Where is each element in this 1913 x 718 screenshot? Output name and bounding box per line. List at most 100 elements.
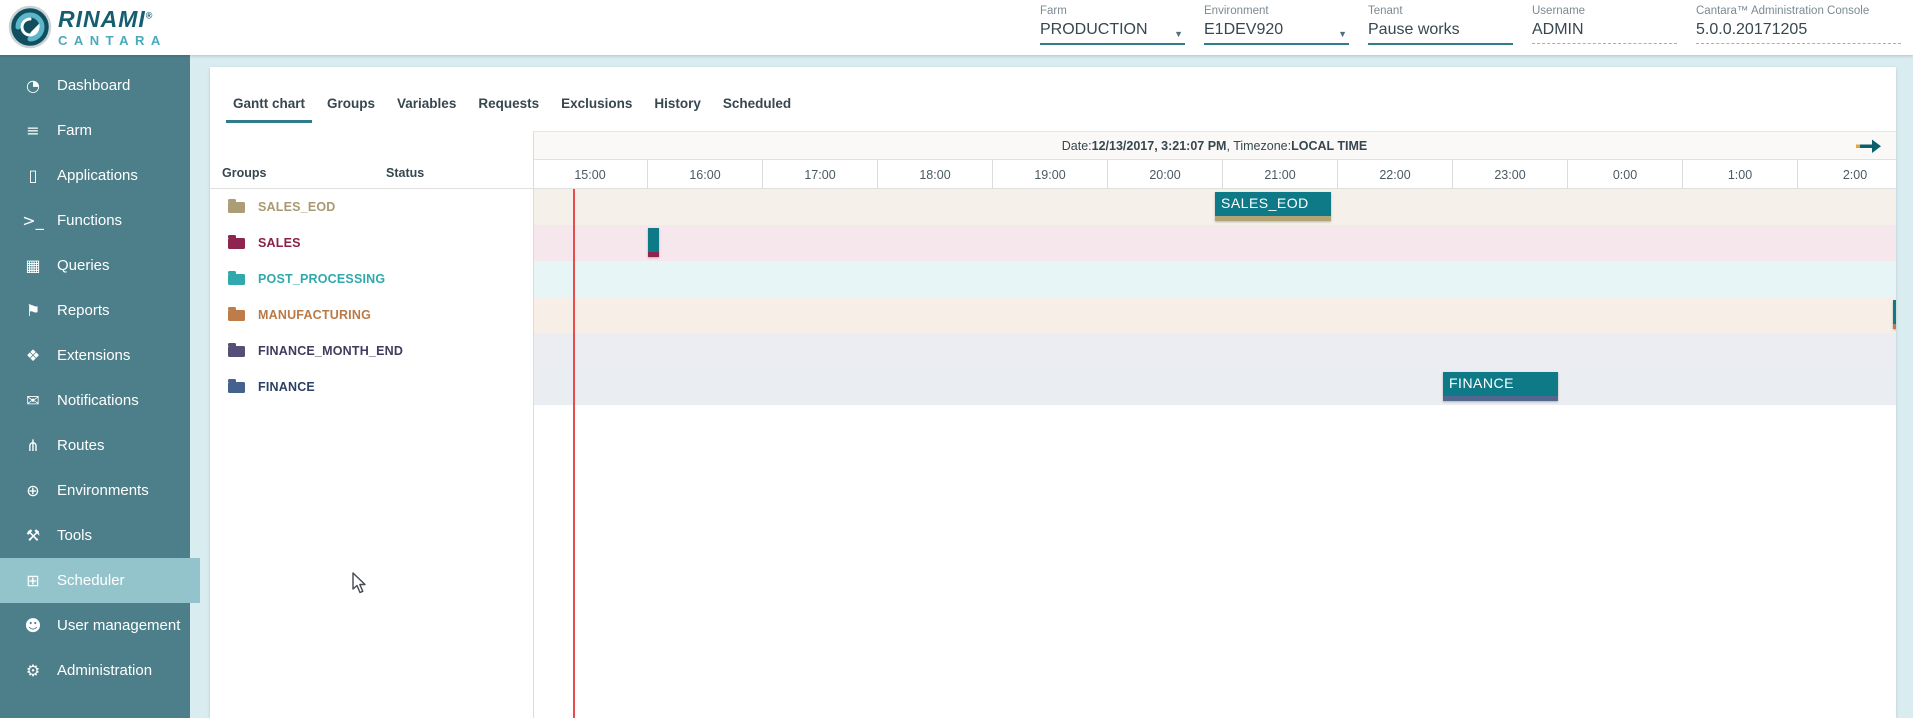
table-grid-icon: ▦ (22, 256, 44, 275)
sidebar-item-label: Extensions (57, 347, 130, 364)
gantt-row-band-finance-month-end (533, 333, 1896, 369)
header-fields: Farm PRODUCTION ▼ Environment E1DEV920 ▼… (1040, 5, 1901, 45)
globe-icon: ⊕ (22, 481, 44, 500)
current-time-line (573, 189, 575, 718)
field-value[interactable]: E1DEV920 (1204, 21, 1349, 45)
sidebar-item-routes[interactable]: ⋔ Routes (0, 423, 190, 468)
hour-tick: 22:00 (1338, 160, 1453, 189)
sidebar-item-label: Administration (57, 662, 152, 679)
sidebar-item-label: Queries (57, 257, 110, 274)
sidebar-nav: ◔ Dashboard ≡ Farm ▯ Applications >_ Fun… (0, 55, 190, 718)
folder-icon (228, 310, 245, 321)
gantt-row-band-manufacturing (533, 297, 1896, 333)
group-name: FINANCE (258, 380, 315, 394)
hour-tick: 2:00 (1798, 160, 1896, 189)
timezone-label: , Timezone: (1226, 139, 1291, 153)
date-value: 12/13/2017, 3:21:07 PM (1092, 139, 1227, 153)
sidebar-item-label: Dashboard (57, 77, 130, 94)
fork-icon: ⋔ (22, 436, 44, 455)
timezone-value: LOCAL TIME (1291, 139, 1367, 153)
hour-tick: 1:00 (1683, 160, 1798, 189)
hour-tick: 15:00 (533, 160, 648, 189)
gantt-row-band-post-processing (533, 261, 1896, 297)
folder-icon (228, 202, 245, 213)
header-field-username: Username ADMIN ▼ (1532, 5, 1677, 45)
field-label: Environment (1204, 5, 1349, 17)
sidebar-item-dashboard[interactable]: ◔ Dashboard (0, 63, 190, 108)
calendar-icon: ⊞ (22, 571, 44, 590)
sidebar-item-label: Tools (57, 527, 92, 544)
hour-tick: 16:00 (648, 160, 763, 189)
tab-variables[interactable]: Variables (386, 85, 467, 123)
top-header: RINAMI® CANTARA Farm PRODUCTION ▼ Enviro… (0, 0, 1913, 55)
header-field-tenant: Tenant Pause works ▼ (1368, 5, 1513, 45)
group-row-post-processing[interactable]: POST_PROCESSING (210, 261, 533, 297)
gantt-bar-finance[interactable]: FINANCE (1443, 372, 1558, 401)
gantt-bar-sales-eod[interactable]: SALES_EOD (1215, 192, 1331, 221)
group-row-finance-month-end[interactable]: FINANCE_MONTH_END (210, 333, 533, 369)
scheduler-tabs: Gantt chartGroupsVariablesRequestsExclus… (222, 85, 802, 123)
hour-tick: 21:00 (1223, 160, 1338, 189)
hour-tick: 23:00 (1453, 160, 1568, 189)
field-label: Cantara™ Administration Console (1696, 5, 1901, 17)
puzzle-icon: ❖ (22, 346, 44, 365)
gantt-area: Date:12/13/2017, 3:21:07 PM, Timezone:LO… (533, 131, 1896, 718)
sidebar-item-reports[interactable]: ⚑ Reports (0, 288, 190, 333)
gantt-date-bar: Date:12/13/2017, 3:21:07 PM, Timezone:LO… (533, 131, 1896, 160)
group-name: POST_PROCESSING (258, 272, 385, 286)
server-stack-icon: ≡ (22, 121, 44, 140)
chevron-down-icon[interactable]: ▼ (1174, 29, 1183, 39)
sidebar-item-functions[interactable]: >_ Functions (0, 198, 190, 243)
sidebar-item-scheduler[interactable]: ⊞ Scheduler (0, 558, 200, 603)
arrow-right-icon[interactable] (1856, 138, 1882, 154)
tab-history[interactable]: History (643, 85, 712, 123)
hour-tick: 0:00 (1568, 160, 1683, 189)
brand-name: RINAMI® (58, 8, 167, 31)
wrench-icon: ⚒ (22, 526, 44, 545)
group-row-finance[interactable]: FINANCE (210, 369, 533, 405)
field-value[interactable]: Pause works (1368, 21, 1513, 45)
sidebar-item-queries[interactable]: ▦ Queries (0, 243, 190, 288)
tab-gantt-chart[interactable]: Gantt chart (222, 85, 316, 123)
sidebar-item-label: Reports (57, 302, 110, 319)
field-label: Farm (1040, 5, 1185, 17)
folder-icon (228, 346, 245, 357)
tab-scheduled[interactable]: Scheduled (712, 85, 802, 123)
group-name: SALES_EOD (258, 200, 336, 214)
tab-exclusions[interactable]: Exclusions (550, 85, 643, 123)
gantt-bar-manufacturing[interactable] (1893, 300, 1896, 329)
sidebar-item-user-management[interactable]: ☻ User management (0, 603, 190, 648)
groups-panel-header: Groups Status (210, 160, 533, 189)
gear-icon: ⚙ (22, 661, 44, 680)
chevron-down-icon[interactable]: ▼ (1338, 29, 1347, 39)
sidebar-item-tools[interactable]: ⚒ Tools (0, 513, 190, 558)
sidebar-item-farm[interactable]: ≡ Farm (0, 108, 190, 153)
registered-mark: ® (146, 10, 154, 20)
folder-icon (228, 238, 245, 249)
sidebar-item-administration[interactable]: ⚙ Administration (0, 648, 190, 693)
sidebar-item-label: User management (57, 617, 180, 634)
sidebar-item-label: Functions (57, 212, 122, 229)
sidebar-item-label: Notifications (57, 392, 139, 409)
date-label: Date: (1062, 139, 1092, 153)
rinami-logo-icon (8, 5, 52, 49)
sidebar-item-notifications[interactable]: ✉ Notifications (0, 378, 190, 423)
gantt-row-band-sales (533, 225, 1896, 261)
users-icon: ☻ (22, 616, 44, 635)
group-row-sales[interactable]: SALES (210, 225, 533, 261)
tab-requests[interactable]: Requests (467, 85, 550, 123)
sidebar-item-environments[interactable]: ⊕ Environments (0, 468, 190, 513)
sidebar-item-applications[interactable]: ▯ Applications (0, 153, 190, 198)
tab-groups[interactable]: Groups (316, 85, 386, 123)
flag-icon: ⚑ (22, 301, 44, 320)
group-name: MANUFACTURING (258, 308, 371, 322)
sidebar-item-label: Applications (57, 167, 138, 184)
group-row-manufacturing[interactable]: MANUFACTURING (210, 297, 533, 333)
gantt-bar-sales[interactable] (648, 228, 659, 257)
group-row-sales-eod[interactable]: SALES_EOD (210, 189, 533, 225)
sidebar-item-extensions[interactable]: ❖ Extensions (0, 333, 190, 378)
field-value[interactable]: PRODUCTION (1040, 21, 1185, 45)
group-name: SALES (258, 236, 301, 250)
hour-tick: 17:00 (763, 160, 878, 189)
panel-divider (533, 131, 534, 718)
